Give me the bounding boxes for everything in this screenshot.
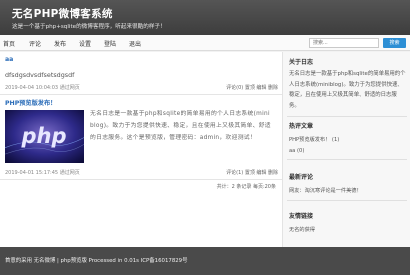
sidebar-recent-title: 最新评论 [289,174,314,181]
sidebar: 关于日志 无名日志是一款基于php和sqlite的简单易用的个人日志系统(min… [282,52,410,247]
sidebar-links-title: 友情链接 [289,213,314,220]
pager: 共计：2 条记录 每页:20条 [216,184,276,190]
sidebar-divider [287,200,407,201]
sidebar-link-item[interactable]: 无名的获得 [289,226,315,233]
php-logo-image: php [5,110,84,163]
post-divider [0,179,282,180]
post-actions[interactable]: 评论(1) 置顶 编辑 删除 [226,169,278,176]
sidebar-hot-item[interactable]: aa (0) [289,148,304,154]
nav-login[interactable]: 登陆 [104,39,116,48]
post-thumbnail: php [5,110,84,163]
post-title[interactable]: aa [5,56,13,63]
nav-comments[interactable]: 评论 [29,39,41,48]
post-title[interactable]: PHP预览版发布！ [5,98,56,107]
sidebar-about-title: 关于日志 [289,59,314,66]
site-title[interactable]: 无名PHP微博客系统 [12,6,113,21]
post-body: dfsdgsdvsdfsetsdgsdf [5,71,75,79]
search-button[interactable]: 搜索 [383,38,406,48]
nav-settings[interactable]: 设置 [79,39,91,48]
sidebar-divider [287,159,407,160]
sidebar-recent-item[interactable]: 网友：淘沉寒评论是一件美德！ [289,187,362,194]
sidebar-divider [287,116,407,117]
main-nav: 首页 评论 发布 设置 登陆 退出 搜索 [0,35,410,51]
post-list: aa dfsdgsdvsdfsetsdgsdf 2019-04-04 10:04… [0,52,282,247]
sidebar-hot-title: 热评文章 [289,123,314,130]
post-text: 无名日志是一款基于php和sqlite的简单易用的个人日志系统(mini blo… [90,111,271,142]
post-actions[interactable]: 评论(0) 置顶 编辑 删除 [226,84,278,91]
nav-logout[interactable]: 退出 [129,39,141,48]
nav-home[interactable]: 首页 [3,39,15,48]
sidebar-hot-item[interactable]: PHP预览版发布！ (1) [289,136,339,143]
php-logo-text: php [20,124,66,148]
post-date: 2019-04-04 10:04:03 通过网页 [5,85,80,91]
post-divider [0,94,282,95]
post-date: 2019-04-01 15:17:45 通过网页 [5,170,80,176]
site-footer: 首意的采用 无名微博 | php预览版 Processed in 0.01s I… [0,247,410,275]
site-header: 无名PHP微博客系统 这是一个基于php+sqlite的微博客程序，听起来很酷的… [0,0,410,35]
sidebar-about-text: 无名日志是一款基于php和sqlite的简单易用的个人日志系统(miniblog… [289,71,406,109]
footer-text: 首意的采用 无名微博 | php预览版 Processed in 0.01s I… [5,258,188,264]
site-description: 这是一个基于php+sqlite的微博客程序，听起来很酷的样子！ [12,24,166,30]
nav-publish[interactable]: 发布 [54,39,66,48]
search-input[interactable] [309,38,379,48]
